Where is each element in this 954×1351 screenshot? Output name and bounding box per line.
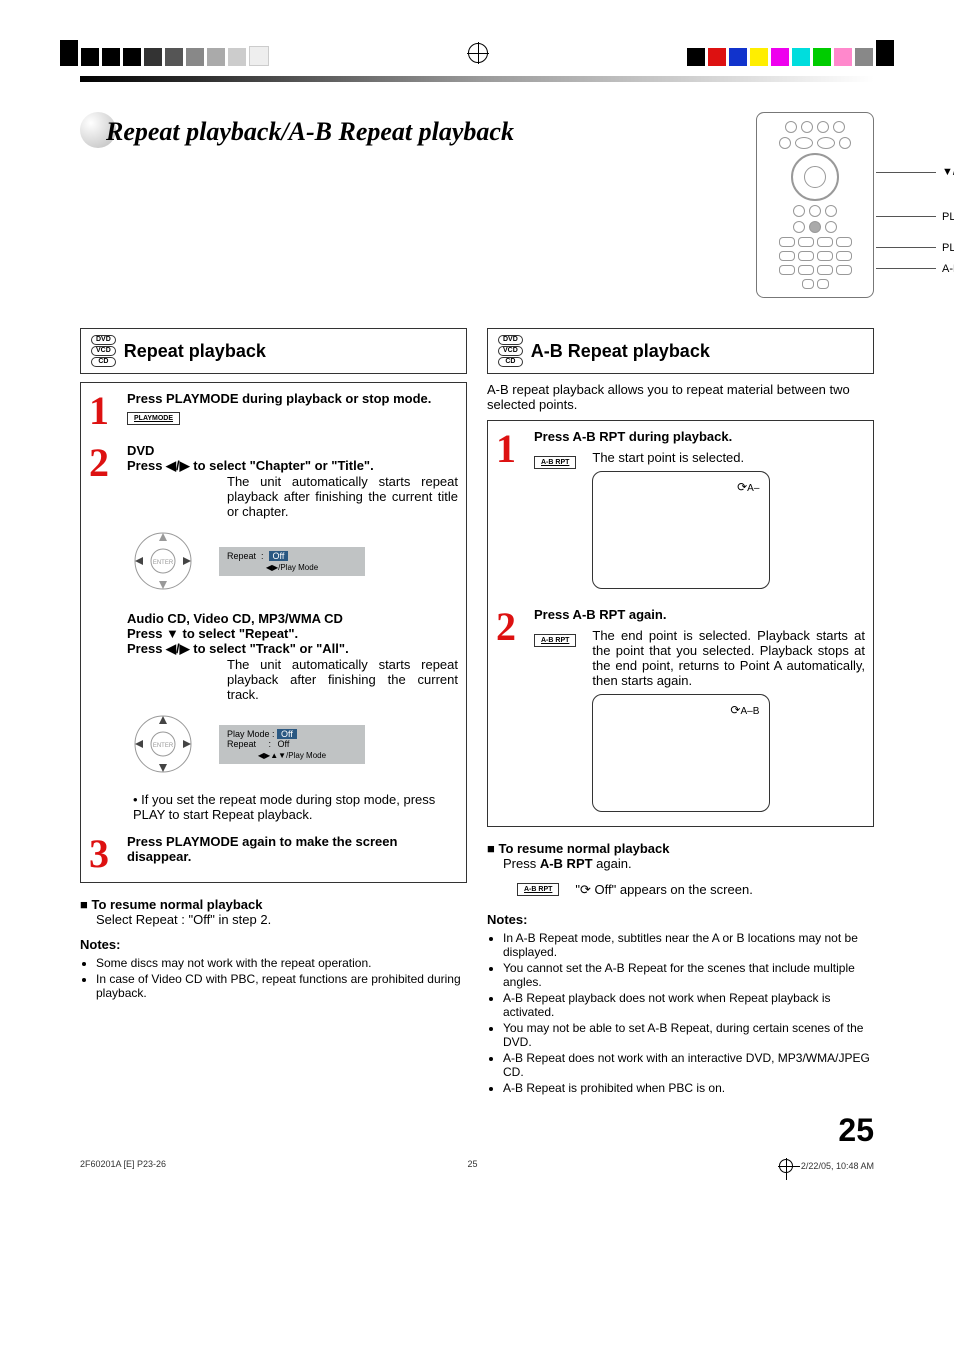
- ab-intro: A-B repeat playback allows you to repeat…: [487, 382, 874, 412]
- osd-playmode-repeat: Play Mode : Off Repeat : Off ◀▶▲▼/Play M…: [219, 725, 365, 764]
- step-3-title: Press PLAYMODE again to make the screen …: [127, 834, 458, 864]
- repeat-title: Repeat playback: [124, 341, 266, 362]
- dpad-icon: ENTER: [133, 714, 193, 774]
- repeat-section-header: DVD VCD CD Repeat playback: [80, 328, 467, 374]
- ab-step-1-title: Press A-B RPT during playback.: [534, 429, 865, 444]
- dvd-description: The unit automatically starts repeat pla…: [227, 474, 458, 519]
- ab-steps: 1 Press A-B RPT during playback. A-B RPT…: [487, 420, 874, 827]
- cd-instruction-2: Press ◀/▶ to select "Track" or "All".: [127, 641, 458, 657]
- dpad-icon: ENTER: [133, 531, 193, 591]
- repeat-bullet: • If you set the repeat mode during stop…: [133, 792, 458, 822]
- step-1-number: 1: [89, 391, 119, 431]
- gradient-bar: [80, 76, 874, 82]
- ab-step-1-desc: The start point is selected.: [592, 450, 865, 465]
- tv-screen-a: ⟳A–: [592, 471, 770, 589]
- tv-screen-ab: ⟳A–B: [592, 694, 770, 812]
- svg-text:ENTER: ENTER: [153, 743, 174, 749]
- svg-text:ENTER: ENTER: [153, 560, 174, 566]
- notes-list: Some discs may not work with the repeat …: [80, 956, 467, 1000]
- crop-mark-icon: [468, 43, 488, 63]
- ab-step-2-number: 2: [496, 607, 526, 818]
- abrpt-button-icon: A-B RPT: [534, 634, 576, 647]
- ab-notes-list: In A-B Repeat mode, subtitles near the A…: [487, 931, 874, 1095]
- resume-normal: ■ To resume normal playback Select Repea…: [80, 897, 467, 927]
- ab-step-1-number: 1: [496, 429, 526, 595]
- osd-repeat: Repeat : Off ◀▶/Play Mode: [219, 547, 365, 576]
- print-footer: 2F60201A [E] P23-26 25 2/22/05, 10:48 AM: [0, 1139, 954, 1213]
- remote-labels: ▼/◀/▶ PLAY PLAYMODE A-B RPT: [876, 162, 954, 280]
- cd-instruction-1: Press ▼ to select "Repeat".: [127, 626, 458, 641]
- abrpt-button-icon: A-B RPT: [534, 456, 576, 469]
- step-1-title: Press PLAYMODE during playback or stop m…: [127, 391, 458, 406]
- ab-step-2-title: Press A-B RPT again.: [534, 607, 865, 622]
- off-appears-text: "⟳ Off" appears on the screen.: [575, 882, 752, 898]
- remote-diagram: [756, 112, 874, 298]
- crop-mark-icon: [779, 1159, 793, 1173]
- ab-notes-title: Notes:: [487, 912, 874, 927]
- page-title: Repeat playback/A-B Repeat playback: [106, 117, 514, 147]
- step-3-number: 3: [89, 834, 119, 874]
- print-header: [0, 0, 954, 76]
- ab-title: A-B Repeat playback: [531, 341, 710, 362]
- abrpt-button-icon: A-B RPT: [517, 883, 559, 896]
- page-number: 25: [838, 1112, 874, 1149]
- ab-step-2-desc: The end point is selected. Playback star…: [592, 628, 865, 688]
- notes-title: Notes:: [80, 937, 467, 952]
- ab-resume-normal: ■ To resume normal playback Press A-B RP…: [487, 841, 874, 902]
- ab-section-header: DVD VCD CD A-B Repeat playback: [487, 328, 874, 374]
- dvd-instruction: Press ◀/▶ to select "Chapter" or "Title"…: [127, 458, 458, 474]
- dvd-label: DVD: [127, 443, 458, 458]
- playmode-button-icon: PLAYMODE: [127, 412, 180, 425]
- cd-description: The unit automatically starts repeat pla…: [227, 657, 458, 702]
- cd-label: Audio CD, Video CD, MP3/WMA CD: [127, 611, 458, 626]
- step-2-number: 2: [89, 443, 119, 822]
- repeat-steps: 1 Press PLAYMODE during playback or stop…: [80, 382, 467, 883]
